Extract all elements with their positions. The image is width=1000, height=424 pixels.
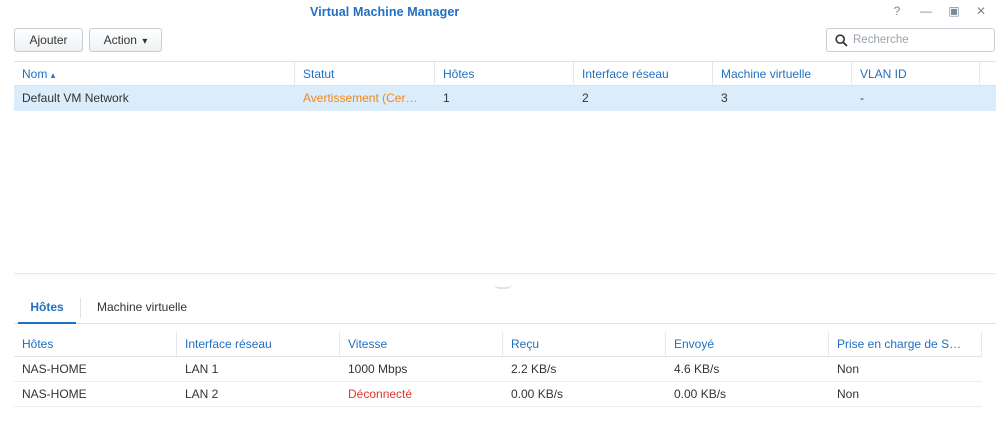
host-speed: Déconnecté — [348, 387, 413, 401]
host-support: Non — [837, 387, 860, 401]
column-header-name[interactable]: Nom ▴ — [14, 62, 295, 86]
hosts-table-header: Hôtes Interface réseau Vitesse Reçu Envo… — [14, 332, 982, 357]
maximize-icon[interactable]: ▣ — [945, 3, 963, 19]
column-header-status[interactable]: Statut — [295, 62, 435, 86]
tab-divider — [80, 298, 81, 318]
search-input[interactable] — [853, 32, 991, 48]
network-table-header: Nom ▴ Statut Hôtes Interface réseau Mach… — [14, 61, 980, 86]
host-name: NAS-HOME — [22, 362, 87, 376]
window-title: Virtual Machine Manager — [310, 5, 460, 19]
action-button[interactable]: Action ▾ — [89, 28, 162, 52]
panel-splitter[interactable] — [14, 273, 996, 279]
minimize-icon[interactable]: — — [917, 3, 935, 19]
header-scroll-gap — [980, 61, 996, 86]
tab-virtual-machine[interactable]: Machine virtuelle — [84, 294, 200, 324]
column-header-support[interactable]: Prise en charge de S… — [829, 332, 982, 356]
help-icon[interactable]: ? — [888, 3, 906, 19]
table-row[interactable]: NAS-HOME LAN 1 1000 Mbps 2.2 KB/s 4.6 KB… — [14, 357, 982, 382]
splitter-handle-icon[interactable] — [494, 283, 512, 289]
title-bar: Virtual Machine Manager ? — ▣ ✕ — [0, 0, 1000, 24]
column-header-network-interface[interactable]: Interface réseau — [574, 62, 713, 86]
table-row[interactable]: Default VM Network Avertissement (Cer… 1… — [14, 86, 996, 111]
column-header-host[interactable]: Hôtes — [14, 332, 177, 356]
close-icon[interactable]: ✕ — [972, 3, 990, 19]
column-header-speed[interactable]: Vitesse — [340, 332, 503, 356]
tab-hosts[interactable]: Hôtes — [18, 294, 76, 324]
network-vms: 3 — [721, 91, 728, 105]
search-box[interactable] — [826, 28, 995, 52]
add-button[interactable]: Ajouter — [14, 28, 83, 52]
column-header-hosts[interactable]: Hôtes — [435, 62, 574, 86]
network-name: Default VM Network — [22, 91, 129, 105]
network-interfaces: 2 — [582, 91, 589, 105]
host-sent: 0.00 KB/s — [674, 387, 727, 401]
host-interface: LAN 1 — [185, 362, 219, 376]
column-header-virtual-machine[interactable]: Machine virtuelle — [713, 62, 852, 86]
column-header-received[interactable]: Reçu — [503, 332, 666, 356]
network-status: Avertissement (Cer… — [303, 91, 418, 105]
column-header-vlan-id[interactable]: VLAN ID — [852, 62, 980, 86]
search-icon — [835, 34, 848, 47]
host-name: NAS-HOME — [22, 387, 87, 401]
host-support: Non — [837, 362, 860, 376]
host-received: 0.00 KB/s — [511, 387, 564, 401]
table-row[interactable]: NAS-HOME LAN 2 Déconnecté 0.00 KB/s 0.00… — [14, 382, 982, 407]
host-received: 2.2 KB/s — [511, 362, 557, 376]
action-button-label: Action — [103, 33, 137, 47]
network-hosts: 1 — [443, 91, 450, 105]
column-header-name-label: Nom — [22, 67, 48, 81]
column-header-sent[interactable]: Envoyé — [666, 332, 829, 356]
chevron-down-icon: ▾ — [142, 36, 148, 47]
host-speed: 1000 Mbps — [348, 362, 408, 376]
network-vlan-id: - — [860, 91, 864, 105]
host-interface: LAN 2 — [185, 387, 219, 401]
detail-tabs: Hôtes Machine virtuelle — [14, 294, 996, 324]
host-sent: 4.6 KB/s — [674, 362, 720, 376]
column-header-interface[interactable]: Interface réseau — [177, 332, 340, 356]
sort-ascending-icon: ▴ — [50, 70, 56, 80]
